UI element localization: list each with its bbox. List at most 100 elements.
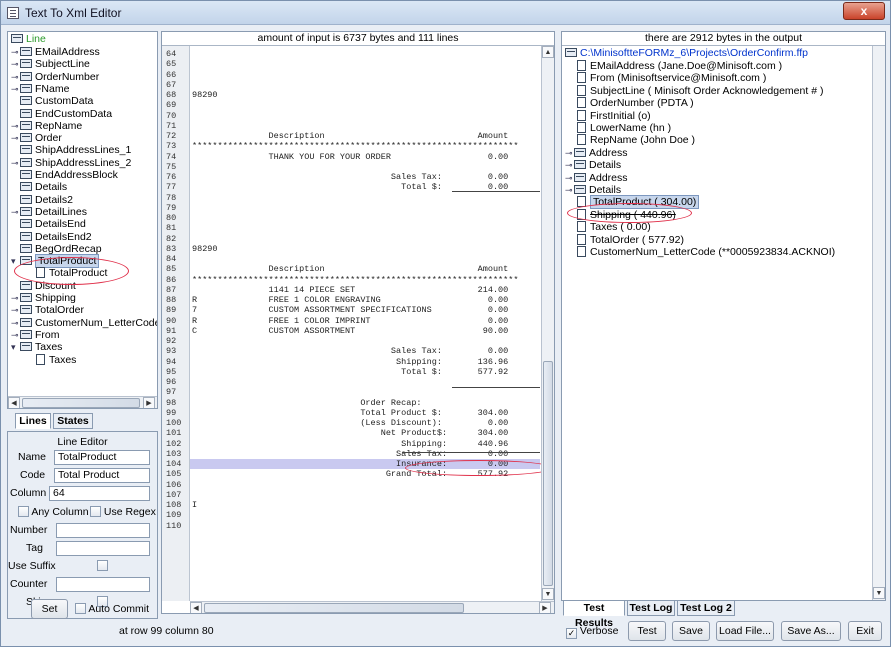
tree-item[interactable]: ⊸ ShipAddressLines_2 (11, 157, 131, 169)
line-text[interactable]: Sales Tax: 0.00 (192, 346, 508, 356)
horizontal-scrollbar[interactable]: ◀ ▶ (190, 601, 554, 613)
line-text[interactable]: Shipping: 440.96 (192, 439, 508, 449)
output-item[interactable]: EMailAddress (Jane.Doe@Minisoft.com ) (577, 60, 782, 72)
tree-item[interactable]: Taxes (36, 353, 76, 366)
horizontal-scrollbar[interactable]: ◀ ▶ (8, 396, 157, 408)
line-text[interactable]: (Less Discount): 0.00 (192, 418, 508, 428)
title-bar[interactable]: Text To Xml Editor x (1, 1, 890, 25)
expand-key-icon[interactable]: ⊸ (11, 329, 19, 341)
exit-button[interactable]: Exit (848, 621, 882, 641)
scroll-down-arrow[interactable]: ▼ (873, 587, 885, 599)
use-regex-checkbox[interactable]: Use Regex (90, 506, 156, 518)
expand-key-icon[interactable]: ⊸ (11, 71, 19, 83)
expand-key-icon[interactable]: ⊸ (11, 120, 19, 132)
line-text[interactable]: I (192, 500, 197, 510)
expand-key-icon[interactable]: ⊸ (565, 147, 573, 159)
expand-key-icon[interactable]: ⊸ (565, 184, 573, 196)
scroll-thumb[interactable] (204, 603, 464, 613)
tree-item[interactable]: ▾ Taxes (11, 341, 62, 353)
expand-key-icon[interactable]: ⊸ (11, 304, 19, 316)
tree-item[interactable]: DetailsEnd (20, 218, 86, 230)
output-root[interactable]: C:\MinisoftteFORMz_6\Projects\OrderConfi… (565, 47, 808, 59)
tree-item[interactable]: ⊸ TotalOrder (11, 304, 84, 316)
tab-test-results[interactable]: Test Results (563, 600, 625, 629)
line-text[interactable]: Order Recap: (192, 398, 421, 408)
output-item[interactable]: ⊸ Address (565, 147, 628, 159)
expand-key-icon[interactable]: ⊸ (565, 159, 573, 171)
save-as-button[interactable]: Save As... (781, 621, 841, 641)
line-text[interactable]: Net Product$: 304.00 (192, 428, 509, 438)
output-item[interactable]: OrderNumber (PDTA ) (577, 97, 694, 109)
line-text[interactable]: Total $: 577.92 (192, 367, 508, 377)
output-item[interactable]: ⊸ Address (565, 172, 628, 184)
use-suffix-checkbox[interactable] (97, 560, 108, 571)
scroll-left-arrow[interactable]: ◀ (190, 602, 202, 613)
tree-item[interactable]: ⊸ DetailLines (11, 206, 87, 218)
scroll-thumb[interactable] (543, 361, 553, 586)
expand-key-icon[interactable]: ⊸ (11, 83, 19, 95)
tree-item[interactable]: ⊸ OrderNumber (11, 71, 99, 83)
line-text[interactable]: Description Amount (192, 264, 509, 274)
tree-item[interactable]: DetailsEnd2 (20, 231, 92, 243)
line-text[interactable]: Total Product $: 304.00 (192, 408, 508, 418)
line-text[interactable]: R FREE 1 COLOR IMPRINT 0.00 (192, 316, 508, 326)
code-field[interactable]: Total Product (54, 468, 150, 483)
expand-key-icon[interactable]: ⊸ (11, 132, 19, 144)
line-text[interactable]: Description Amount (192, 131, 509, 141)
tree-item[interactable]: EndCustomData (20, 108, 112, 120)
scroll-down-arrow[interactable]: ▼ (542, 588, 554, 600)
scroll-up-arrow[interactable]: ▲ (542, 46, 554, 58)
tree-item[interactable]: CustomData (20, 95, 93, 107)
scroll-right-arrow[interactable]: ▶ (539, 602, 551, 613)
tab-test-log-2[interactable]: Test Log 2 (677, 600, 735, 616)
scroll-thumb[interactable] (22, 398, 140, 408)
tree-item[interactable]: Details2 (20, 194, 73, 206)
tab-lines[interactable]: Lines (15, 413, 51, 429)
tree-item[interactable]: BegOrdRecap (20, 243, 102, 255)
tree-root-line[interactable]: Line (11, 33, 46, 45)
any-column-checkbox[interactable]: Any Column (18, 506, 89, 518)
save-button[interactable]: Save (672, 621, 710, 641)
output-item[interactable]: RepName (John Doe ) (577, 134, 695, 146)
number-field[interactable] (56, 523, 150, 538)
line-text[interactable]: Sales Tax: 0.00 (192, 449, 508, 459)
vertical-scrollbar[interactable]: ▲ ▼ (541, 46, 554, 601)
output-item[interactable]: From (Minisoftservice@Minisoft.com ) (577, 72, 766, 84)
output-item[interactable]: ⊸ Details (565, 159, 621, 171)
tree-item[interactable]: ⊸ FName (11, 83, 69, 95)
counter-field[interactable] (56, 577, 150, 592)
expand-key-icon[interactable]: ⊸ (11, 317, 19, 329)
scroll-right-arrow[interactable]: ▶ (143, 397, 155, 408)
tag-field[interactable] (56, 541, 150, 556)
vertical-scrollbar[interactable]: ▼ (872, 46, 885, 600)
expand-key-icon[interactable]: ⊸ (11, 157, 19, 169)
expand-down-icon[interactable]: ▾ (11, 341, 19, 353)
tree-item[interactable]: ⊸ EMailAddress (11, 46, 100, 58)
tree-item[interactable]: ⊸ From (11, 329, 60, 341)
text-lines[interactable]: 64 65 66 67 68 98290 69 70 71 72 Description Amou… (162, 49, 540, 601)
line-text[interactable]: 1141 14 PIECE SET 214.00 (192, 285, 509, 295)
tree-item[interactable]: EndAddressBlock (20, 169, 118, 181)
scroll-left-arrow[interactable]: ◀ (8, 397, 20, 408)
auto-commit-checkbox[interactable]: Auto Commit (75, 603, 149, 615)
line-text[interactable]: 7 CUSTOM ASSORTMENT SPECIFICATIONS 0.00 (192, 305, 508, 315)
expand-key-icon[interactable]: ⊸ (11, 58, 19, 70)
output-item[interactable]: CustomerNum_LetterCode (**0005923834.ACK… (577, 246, 835, 258)
set-button[interactable]: Set (31, 599, 68, 619)
expand-key-icon[interactable]: ⊸ (11, 206, 19, 218)
line-text[interactable]: ****************************************… (192, 275, 518, 285)
line-text[interactable]: Sales Tax: 0.00 (192, 172, 508, 182)
expand-key-icon[interactable]: ⊸ (565, 172, 573, 184)
line-text[interactable]: 98290 (192, 90, 218, 100)
tree-item[interactable]: ⊸ Order (11, 132, 62, 144)
test-button[interactable]: Test (628, 621, 666, 641)
load-file-button[interactable]: Load File... (716, 621, 774, 641)
tab-test-log[interactable]: Test Log (627, 600, 675, 616)
line-text[interactable]: R FREE 1 COLOR ENGRAVING 0.00 (192, 295, 508, 305)
tab-states[interactable]: States (53, 413, 93, 429)
close-button[interactable]: x (843, 2, 885, 20)
name-field[interactable]: TotalProduct (54, 450, 150, 465)
line-text[interactable]: 98290 (192, 244, 218, 254)
tree-item[interactable]: ⊸ RepName (11, 120, 82, 132)
expand-key-icon[interactable]: ⊸ (11, 292, 19, 304)
